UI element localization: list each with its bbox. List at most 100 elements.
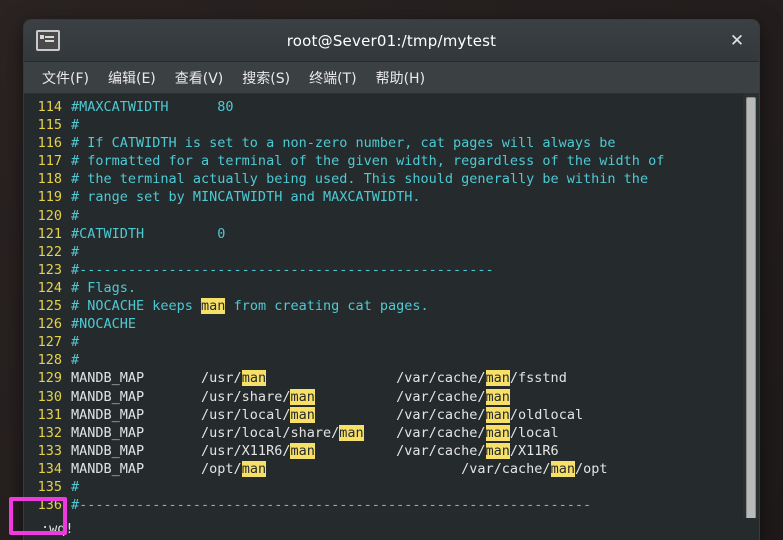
code-text: # bbox=[71, 334, 80, 351]
code-text: MANDB_MAP /usr/X11R6/ bbox=[71, 442, 291, 459]
line-number: 130 bbox=[37, 388, 62, 405]
editor-line: 126 #NOCACHE bbox=[28, 315, 743, 333]
code-text: /var/cache/ bbox=[314, 406, 486, 423]
code-text: /var/cache/ bbox=[266, 460, 551, 477]
line-number: 114 bbox=[37, 99, 62, 115]
menu-item-terminal[interactable]: 终端(T) bbox=[301, 65, 364, 91]
code-text: /var/cache/ bbox=[266, 370, 486, 387]
editor-line: 130 MANDB_MAP /usr/share/man /var/cache/m… bbox=[28, 388, 743, 406]
code-text: #MAXCATWIDTH 80 bbox=[71, 99, 234, 115]
line-number: 134 bbox=[37, 460, 62, 477]
code-text: MANDB_MAP /usr/local/share/ bbox=[71, 424, 340, 441]
code-text: MANDB_MAP /usr/share/ bbox=[71, 388, 291, 405]
menu-item-edit[interactable]: 编辑(E) bbox=[100, 65, 164, 91]
window-titlebar[interactable]: root@Sever01:/tmp/mytest ✕ bbox=[24, 20, 759, 62]
search-match-highlight: man bbox=[550, 460, 575, 477]
editor-line: 131 MANDB_MAP /usr/local/man /var/cache/m… bbox=[28, 406, 743, 424]
editor-line: 124 # Flags. bbox=[28, 279, 743, 297]
search-match-highlight: man bbox=[201, 298, 226, 315]
code-text: /opt bbox=[574, 460, 608, 477]
code-text: /fsstnd bbox=[509, 370, 567, 387]
code-text: # formatted for a terminal of the given … bbox=[71, 153, 665, 170]
editor-line: 119 # range set by MINCATWIDTH and MAXCAT… bbox=[28, 188, 743, 206]
editor-text-area[interactable]: 114 #MAXCATWIDTH 80 115 #116 # If CATWIDTH i… bbox=[24, 94, 743, 540]
line-number: 125 bbox=[37, 298, 62, 315]
menu-item-file[interactable]: 文件(F) bbox=[34, 65, 97, 91]
search-match-highlight: man bbox=[290, 388, 315, 405]
code-text: MANDB_MAP /usr/ bbox=[71, 370, 242, 387]
line-number: 132 bbox=[37, 424, 62, 441]
line-number: 117 bbox=[37, 153, 62, 170]
line-number: 135 bbox=[37, 478, 62, 495]
terminal-window: root@Sever01:/tmp/mytest ✕ 文件(F) 编辑(E) 查… bbox=[24, 20, 759, 540]
line-number: 115 bbox=[37, 117, 62, 134]
terminal-icon bbox=[36, 30, 60, 51]
line-number: 119 bbox=[37, 189, 62, 206]
menu-item-help[interactable]: 帮助(H) bbox=[368, 65, 433, 91]
line-number: 121 bbox=[37, 225, 62, 242]
line-number: 127 bbox=[37, 334, 62, 351]
line-number: 116 bbox=[37, 135, 62, 152]
window-title: root@Sever01:/tmp/mytest bbox=[286, 31, 497, 50]
editor-line: 117 # formatted for a terminal of the giv… bbox=[28, 152, 743, 170]
line-number: 136 bbox=[37, 497, 62, 514]
code-text: # bbox=[71, 207, 80, 224]
line-number: 131 bbox=[37, 406, 62, 423]
menu-item-search[interactable]: 搜索(S) bbox=[234, 65, 298, 91]
editor-line: 127 # bbox=[28, 333, 743, 351]
code-text: /oldlocal bbox=[509, 406, 584, 423]
code-text: # bbox=[71, 352, 80, 369]
search-match-highlight: man bbox=[485, 370, 510, 387]
editor-line: 122 # bbox=[28, 243, 743, 261]
search-match-highlight: man bbox=[290, 442, 315, 459]
search-match-highlight: man bbox=[241, 460, 267, 477]
code-text: #CATWIDTH 0 bbox=[71, 225, 226, 242]
menubar: 文件(F) 编辑(E) 查看(V) 搜索(S) 终端(T) 帮助(H) bbox=[24, 62, 759, 94]
editor-line: 134 MANDB_MAP /opt/man /var/cache/man/opt bbox=[28, 460, 743, 478]
search-match-highlight: man bbox=[485, 406, 510, 423]
editor-line: 114 #MAXCATWIDTH 80 bbox=[28, 98, 743, 116]
code-text: from creating cat pages. bbox=[225, 298, 429, 315]
search-match-highlight: man bbox=[485, 424, 510, 441]
line-number: 124 bbox=[37, 279, 62, 296]
editor-line: 133 MANDB_MAP /usr/X11R6/man /var/cache/m… bbox=[28, 442, 743, 460]
editor-line: 115 # bbox=[28, 116, 743, 134]
code-text: #NOCACHE bbox=[71, 316, 137, 333]
editor-line: 132 MANDB_MAP /usr/local/share/man /var/c… bbox=[28, 424, 743, 442]
scrollbar-thumb[interactable] bbox=[746, 97, 756, 537]
code-text: # range set by MINCATWIDTH and MAXCATWID… bbox=[71, 189, 421, 206]
code-text: # NOCACHE keeps bbox=[71, 298, 202, 315]
menu-item-view[interactable]: 查看(V) bbox=[167, 65, 232, 91]
close-icon[interactable]: ✕ bbox=[715, 20, 759, 61]
code-text: # Flags. bbox=[71, 279, 137, 296]
code-text: # bbox=[71, 243, 80, 260]
code-text: MANDB_MAP /usr/local/ bbox=[71, 406, 291, 423]
editor-line: 136 #------------------------------------… bbox=[28, 496, 743, 514]
terminal-body[interactable]: 114 #MAXCATWIDTH 80 115 #116 # If CATWIDTH i… bbox=[24, 94, 759, 540]
editor-line: 121 #CATWIDTH 0 bbox=[28, 225, 743, 243]
code-text: #---------------------------------------… bbox=[71, 261, 494, 278]
scrollbar[interactable] bbox=[743, 94, 759, 540]
code-text: /var/cache/ bbox=[314, 442, 486, 459]
search-match-highlight: man bbox=[290, 406, 315, 423]
code-text: MANDB_MAP /opt/ bbox=[71, 460, 242, 477]
line-number: 133 bbox=[37, 442, 62, 459]
editor-line: 118 # the terminal actually being used. T… bbox=[28, 170, 743, 188]
desktop-background: root@Sever01:/tmp/mytest ✕ 文件(F) 编辑(E) 查… bbox=[0, 0, 783, 540]
editor-line: 123 #------------------------------------… bbox=[28, 261, 743, 279]
search-match-highlight: man bbox=[241, 370, 267, 387]
line-number: 120 bbox=[37, 207, 62, 224]
search-match-highlight: man bbox=[339, 424, 364, 441]
line-number: 126 bbox=[37, 316, 62, 333]
editor-line: 129 MANDB_MAP /usr/man /var/cache/man/fss… bbox=[28, 369, 743, 387]
editor-line: 125 # NOCACHE keeps man from creating cat… bbox=[28, 297, 743, 315]
editor-line: 120 # bbox=[28, 207, 743, 225]
line-number: 129 bbox=[37, 370, 62, 387]
code-text: # If CATWIDTH is set to a non-zero numbe… bbox=[71, 135, 616, 152]
code-text: /local bbox=[509, 424, 559, 441]
vim-command-line[interactable]: :wq! bbox=[24, 518, 759, 540]
code-text: # the terminal actually being used. This… bbox=[71, 171, 649, 188]
code-text: /var/cache/ bbox=[314, 388, 486, 405]
code-text: /X11R6 bbox=[509, 442, 559, 459]
line-number: 123 bbox=[37, 261, 62, 278]
